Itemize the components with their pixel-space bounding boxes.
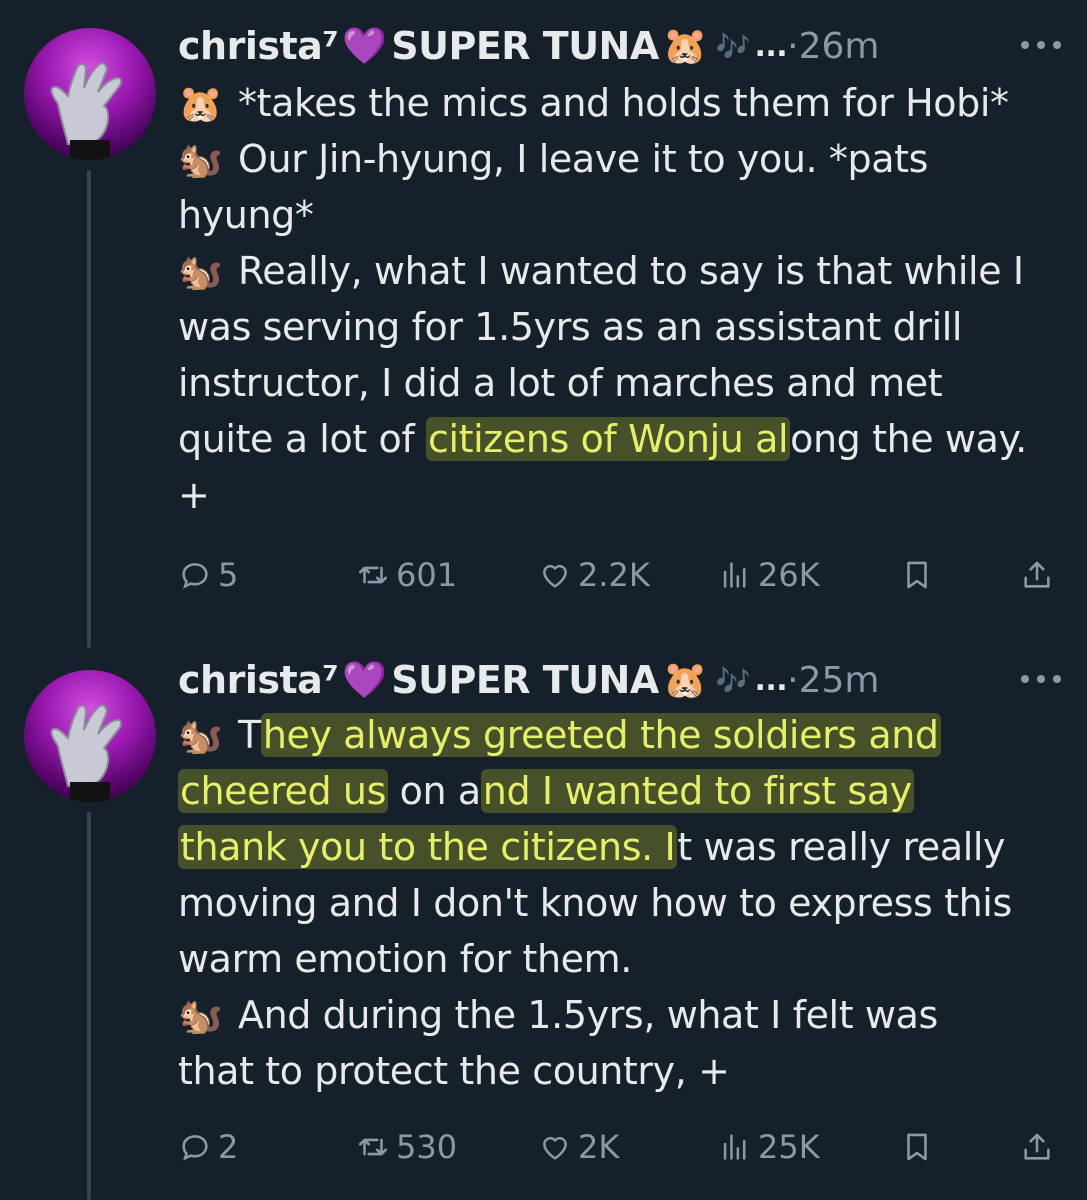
share-icon	[1024, 561, 1050, 588]
views-button[interactable]: 25K	[718, 1128, 820, 1166]
hamster-icon: 🐹	[662, 660, 708, 701]
text-line: instructor, I did a lot of marches and m…	[178, 361, 943, 405]
views-count: 25K	[758, 1128, 820, 1166]
thread: christa⁷ 💜 SUPER TUNA 🐹 🎶 ... ·26m 🐹 *tak…	[0, 0, 1087, 1200]
highlighted-text: nd I wanted to first say	[480, 769, 914, 813]
text-line: quite a lot of citizens of Wonju along t…	[178, 417, 1027, 461]
retweet-count: 601	[396, 556, 458, 594]
chipmunk-icon: 🐿️	[178, 140, 223, 181]
views-icon	[723, 562, 746, 588]
reply-count: 2	[218, 1128, 239, 1166]
thread-connector	[87, 170, 91, 648]
retweet-icon	[358, 566, 388, 584]
hamster-icon: 🐹	[662, 26, 708, 67]
tweet[interactable]: christa⁷ 💜 SUPER TUNA 🐹 🎶 ... ·25m 🐿️ The…	[0, 640, 1087, 1200]
reply-icon	[182, 563, 208, 589]
avatar[interactable]	[24, 28, 156, 160]
text-line: 🐿️ They always greeted the soldiers and	[178, 707, 1058, 763]
heart-icon	[543, 1136, 567, 1160]
bookmark-icon	[907, 561, 927, 589]
heart-icon	[543, 564, 567, 588]
bookmark-button[interactable]	[900, 558, 934, 592]
display-name-suffix[interactable]: SUPER TUNA	[391, 658, 659, 702]
text-line: thank you to the citizens. It was really…	[178, 825, 1006, 869]
highlighted-text: citizens of Wonju al	[425, 417, 791, 461]
display-name[interactable]: christa⁷	[178, 24, 339, 68]
share-button[interactable]	[1020, 1130, 1054, 1164]
like-button[interactable]: 2K	[538, 1128, 619, 1166]
views-button[interactable]: 26K	[718, 556, 820, 594]
reply-button[interactable]: 2	[178, 1128, 238, 1166]
chipmunk-icon: 🐿️	[178, 252, 223, 293]
more-icon	[1021, 41, 1061, 49]
like-button[interactable]: 2.2K	[538, 556, 650, 594]
action-bar: 5 601 2.2K 26K	[178, 553, 1058, 597]
text-line: 🐹 *takes the mics and holds them for Hobi…	[178, 75, 1058, 131]
more-icon	[1021, 675, 1061, 683]
hamster-icon: 🐹	[178, 84, 223, 125]
tweet-header: christa⁷ 💜 SUPER TUNA 🐹 🎶 ... ·26m	[178, 20, 1063, 72]
text-line: +	[178, 473, 210, 517]
chipmunk-icon: 🐿️	[178, 996, 223, 1037]
text-line: 🐿️ And during the 1.5yrs, what I felt was	[178, 987, 1058, 1043]
text-line: warm emotion for them.	[178, 937, 632, 981]
highlighted-text: cheered us	[178, 769, 388, 813]
name-ellipsis: ...	[754, 662, 788, 698]
tweet-header: christa⁷ 💜 SUPER TUNA 🐹 🎶 ... ·25m	[178, 654, 1063, 706]
views-icon	[723, 1134, 746, 1160]
text-line: moving and I don't know how to express t…	[178, 881, 1012, 925]
reply-button[interactable]: 5	[178, 556, 238, 594]
like-count: 2K	[578, 1128, 620, 1166]
bookmark-icon	[907, 1133, 927, 1161]
views-count: 26K	[758, 556, 820, 594]
timestamp[interactable]: ·25m	[787, 660, 879, 701]
text-line: 🐿️ Our Jin-hyung, I leave it to you. *pat…	[178, 131, 1058, 187]
retweet-button[interactable]: 530	[356, 1128, 457, 1166]
timestamp[interactable]: ·26m	[787, 26, 879, 67]
purple-heart-icon: 💜	[342, 26, 388, 67]
retweet-count: 530	[396, 1128, 458, 1166]
highlighted-text: hey always greeted the soldiers and	[260, 713, 941, 757]
more-options-button[interactable]	[1019, 664, 1063, 694]
reply-count: 5	[218, 556, 239, 594]
purple-heart-icon: 💜	[342, 660, 388, 701]
more-options-button[interactable]	[1019, 30, 1063, 60]
text-line: was serving for 1.5yrs as an assistant d…	[178, 305, 963, 349]
highlighted-text: thank you to the citizens. I	[178, 825, 678, 869]
share-button[interactable]	[1020, 558, 1054, 592]
avatar[interactable]	[24, 670, 156, 802]
bookmark-button[interactable]	[900, 1130, 934, 1164]
musical-notes-icon: 🎶	[715, 29, 751, 63]
display-name-suffix[interactable]: SUPER TUNA	[391, 24, 659, 68]
text-line: that to protect the country, +	[178, 1049, 730, 1093]
retweet-icon	[358, 1138, 388, 1156]
text-line: cheered us on and I wanted to first say	[178, 769, 914, 813]
reply-icon	[182, 1135, 208, 1161]
musical-notes-icon: 🎶	[715, 663, 751, 697]
display-name[interactable]: christa⁷	[178, 658, 339, 702]
text-line: 🐿️ Really, what I wanted to say is that w…	[178, 243, 1058, 299]
chipmunk-icon: 🐿️	[178, 716, 223, 757]
thread-connector	[87, 812, 91, 1200]
name-ellipsis: ...	[754, 28, 788, 64]
tweet-text: 🐿️ They always greeted the soldiers and c…	[178, 707, 1058, 1099]
text-line: hyung*	[178, 193, 314, 237]
action-bar: 2 530 2K 25K	[178, 1125, 1058, 1169]
tweet[interactable]: christa⁷ 💜 SUPER TUNA 🐹 🎶 ... ·26m 🐹 *tak…	[0, 0, 1087, 648]
retweet-button[interactable]: 601	[356, 556, 457, 594]
like-count: 2.2K	[578, 556, 650, 594]
tweet-text: 🐹 *takes the mics and holds them for Hobi…	[178, 75, 1058, 523]
share-icon	[1024, 1133, 1050, 1160]
